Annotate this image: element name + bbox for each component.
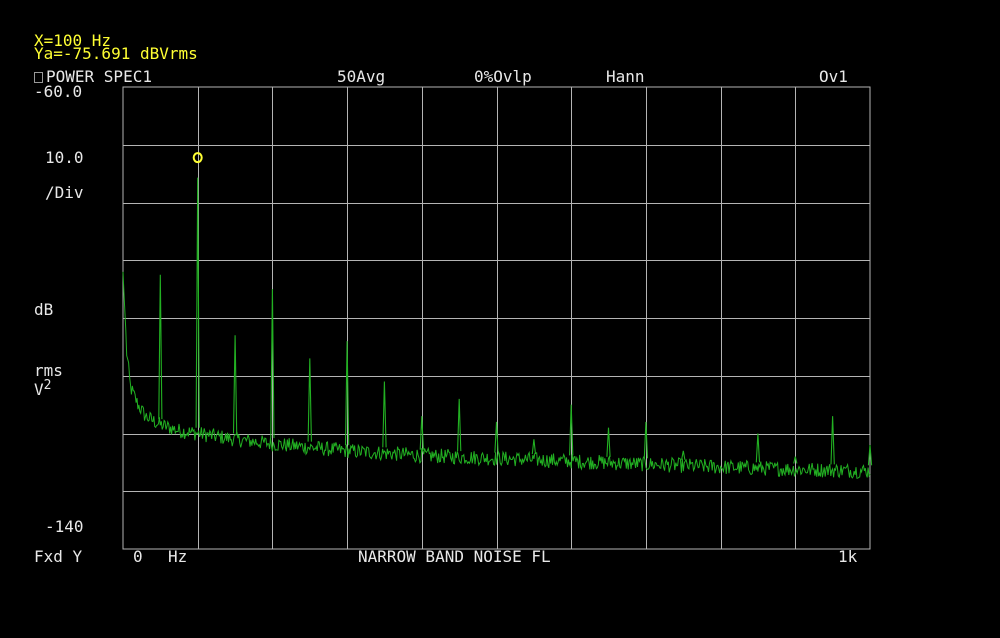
- noise-floor-trace: [122, 271, 871, 479]
- marker-layer: [192, 152, 203, 164]
- grid: [122, 86, 871, 550]
- harmonic-peak: [382, 381, 387, 448]
- harmonic-peak: [307, 358, 312, 442]
- harmonic-peak: [158, 274, 163, 420]
- spectrum-plot[interactable]: [0, 0, 1000, 638]
- harmonic-peak: [681, 450, 686, 460]
- harmonic-peak: [643, 421, 649, 459]
- harmonic-peak: [606, 427, 611, 457]
- harmonic-peak: [531, 439, 537, 455]
- harmonic-peak: [457, 398, 462, 452]
- harmonic-peak: [755, 433, 761, 463]
- marker-symbol: [192, 152, 203, 164]
- harmonic-peak: [232, 335, 238, 434]
- harmonic-peak: [830, 416, 835, 465]
